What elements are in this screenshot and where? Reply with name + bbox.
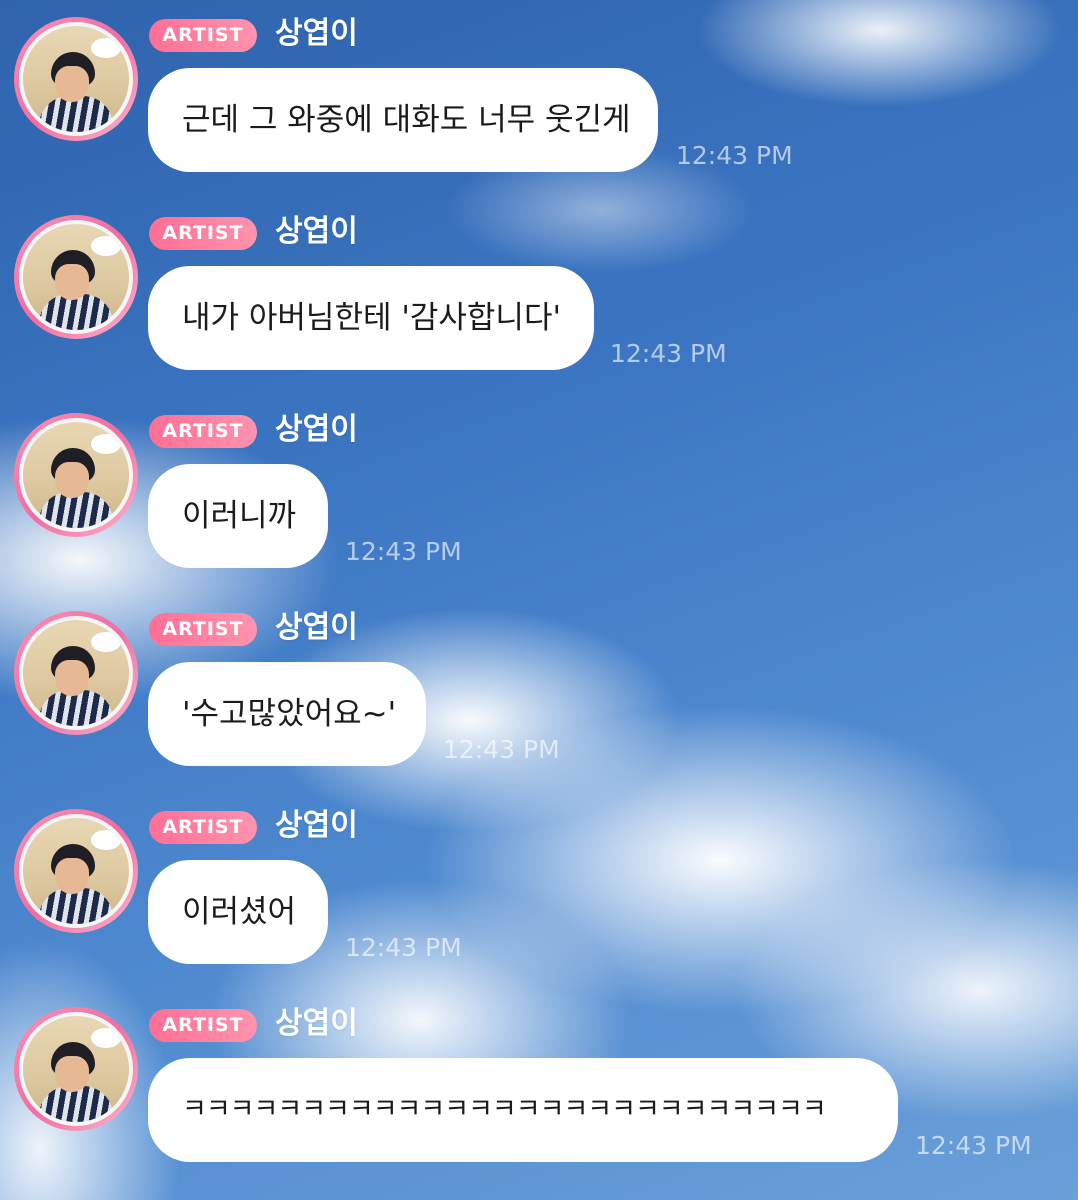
sender-name[interactable]: 상엽이 <box>275 410 358 450</box>
message-bubble[interactable]: 이러셨어 <box>148 860 328 964</box>
message-time: 12:43 PM <box>915 1131 1032 1160</box>
message-time: 12:43 PM <box>610 339 727 368</box>
avatar[interactable] <box>14 215 138 339</box>
message-bubble[interactable]: '수고많았어요~' <box>148 662 426 766</box>
avatar-photo <box>19 616 133 730</box>
artist-badge: ARTIST <box>149 1009 257 1042</box>
artist-badge: ARTIST <box>149 811 257 844</box>
sender-name[interactable]: 상엽이 <box>275 212 358 252</box>
message-row: ARTIST 상엽이 이러셨어 12:43 PM <box>0 792 1078 990</box>
sender-name[interactable]: 상엽이 <box>275 806 358 846</box>
artist-badge: ARTIST <box>149 217 257 250</box>
message-time: 12:43 PM <box>443 735 560 764</box>
message-row: ARTIST 상엽이 '수고많았어요~' 12:43 PM <box>0 594 1078 792</box>
sender-name[interactable]: 상엽이 <box>275 1004 358 1044</box>
avatar-photo <box>19 22 133 136</box>
avatar-photo <box>19 814 133 928</box>
avatar[interactable] <box>14 611 138 735</box>
message-row: ARTIST 상엽이 ㅋㅋㅋㅋㅋㅋㅋㅋㅋㅋㅋㅋㅋㅋㅋㅋㅋㅋㅋㅋㅋㅋㅋㅋㅋㅋㅋ 1… <box>0 990 1078 1188</box>
avatar[interactable] <box>14 17 138 141</box>
sender-name[interactable]: 상엽이 <box>275 14 358 54</box>
avatar-photo <box>19 1012 133 1126</box>
avatar[interactable] <box>14 413 138 537</box>
artist-badge: ARTIST <box>149 415 257 448</box>
avatar[interactable] <box>14 809 138 933</box>
avatar-photo <box>19 418 133 532</box>
message-row: ARTIST 상엽이 근데 그 와중에 대화도 너무 웃긴게 12:43 PM <box>0 0 1078 198</box>
message-time: 12:43 PM <box>676 141 793 170</box>
message-bubble[interactable]: 근데 그 와중에 대화도 너무 웃긴게 <box>148 68 658 172</box>
avatar[interactable] <box>14 1007 138 1131</box>
message-time: 12:43 PM <box>345 537 462 566</box>
artist-badge: ARTIST <box>149 613 257 646</box>
message-bubble[interactable]: 내가 아버님한테 '감사합니다' <box>148 266 594 370</box>
artist-badge: ARTIST <box>149 19 257 52</box>
sender-name[interactable]: 상엽이 <box>275 608 358 648</box>
message-bubble[interactable]: 이러니까 <box>148 464 328 568</box>
avatar-photo <box>19 220 133 334</box>
message-row: ARTIST 상엽이 내가 아버님한테 '감사합니다' 12:43 PM <box>0 198 1078 396</box>
message-time: 12:43 PM <box>345 933 462 962</box>
message-row: ARTIST 상엽이 이러니까 12:43 PM <box>0 396 1078 594</box>
message-bubble[interactable]: ㅋㅋㅋㅋㅋㅋㅋㅋㅋㅋㅋㅋㅋㅋㅋㅋㅋㅋㅋㅋㅋㅋㅋㅋㅋㅋㅋ <box>148 1058 898 1162</box>
